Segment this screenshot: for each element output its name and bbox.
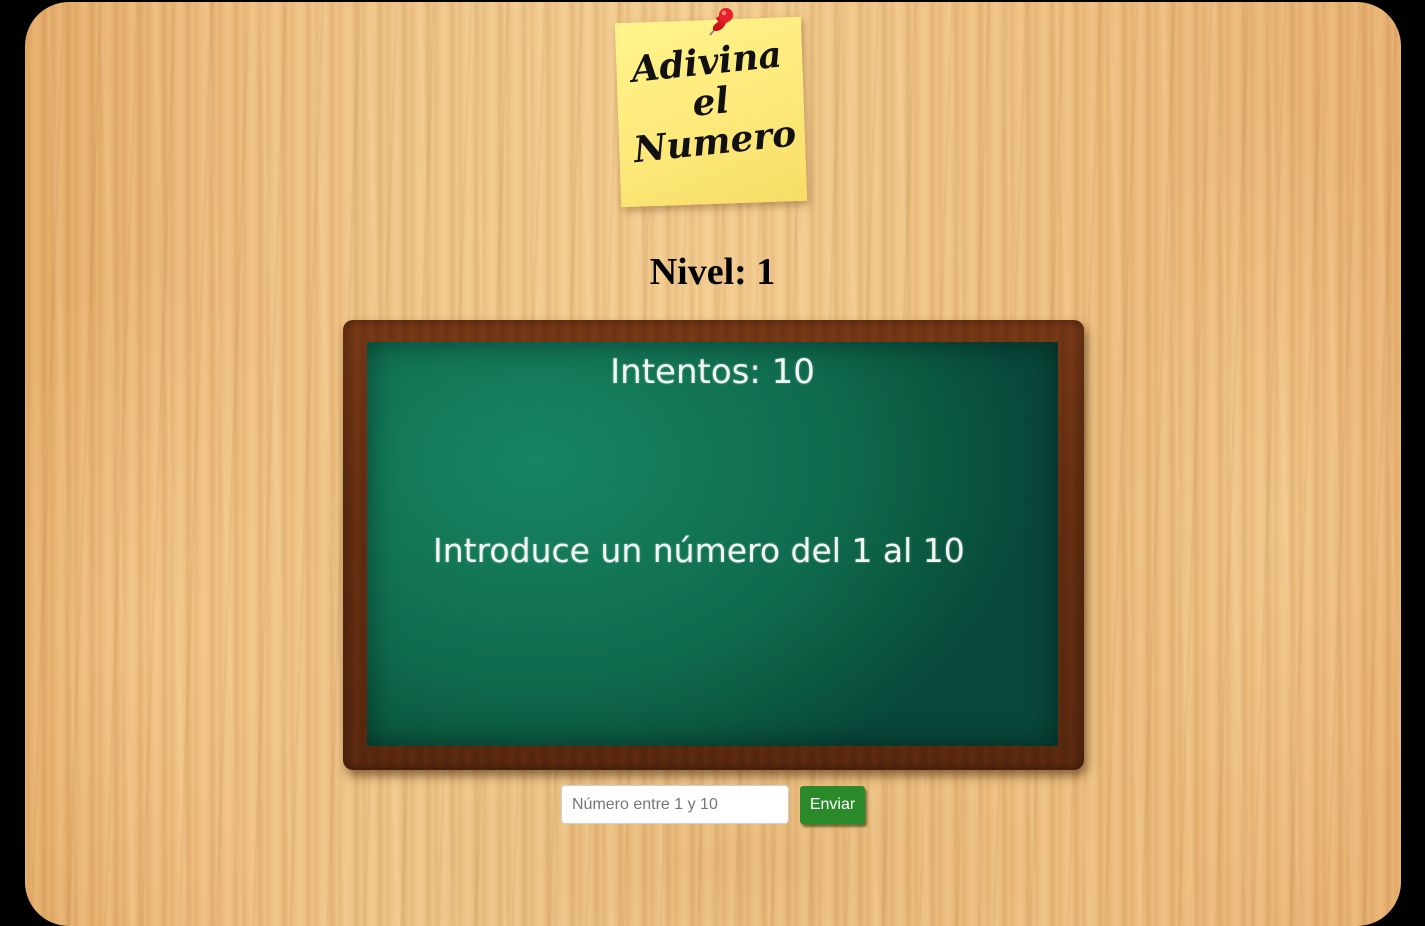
- logo-title: Adivina el Numero: [629, 33, 799, 172]
- level-heading: Nivel: 1: [649, 251, 776, 293]
- title-sticky-note: Adivina el Numero: [614, 16, 808, 208]
- game-message: Introduce un número del 1 al 10: [433, 531, 965, 570]
- chalkboard-frame: Intentos: 10 Introduce un número del 1 a…: [343, 320, 1084, 770]
- guess-input[interactable]: [561, 785, 789, 824]
- push-pin-icon: [709, 8, 733, 36]
- submit-button[interactable]: Enviar: [800, 786, 865, 824]
- attempts-counter: Intentos: 10: [610, 352, 815, 392]
- chalkboard: Intentos: 10 Introduce un número del 1 a…: [367, 342, 1058, 746]
